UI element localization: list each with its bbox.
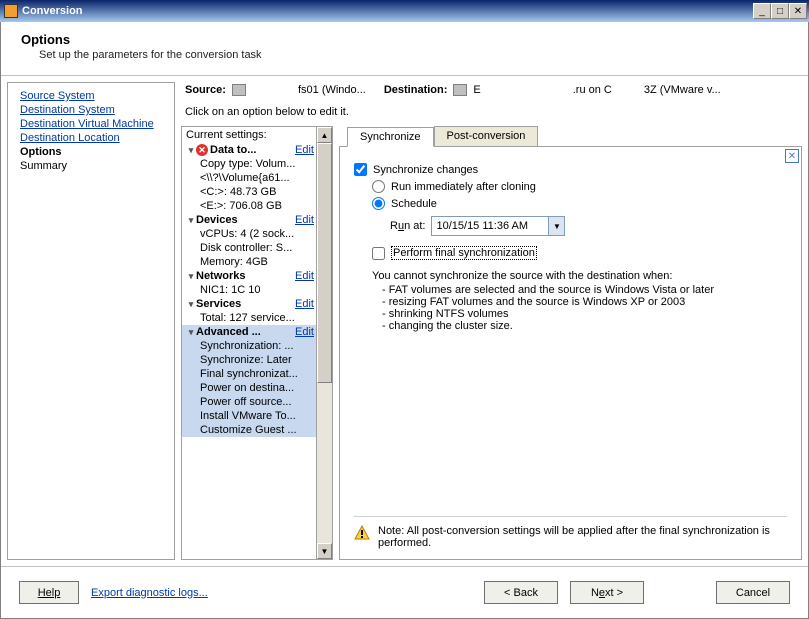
source-dest-bar: Source: fs01 (Windo... Destination: E .r…	[181, 82, 802, 98]
tree-volume-path: <\\?\Volume{a61...	[182, 171, 316, 185]
tree-disk-controller: Disk controller: S...	[182, 241, 316, 255]
tree-vcpus: vCPUs: 4 (2 sock...	[182, 227, 316, 241]
scroll-up-button[interactable]: ▲	[317, 127, 332, 143]
tree-power-on: Power on destina...	[182, 381, 316, 395]
expand-icon[interactable]: ▾	[186, 145, 196, 155]
run-immediately-label: Run immediately after cloning	[391, 181, 536, 193]
tree-customize-guest: Customize Guest ...	[182, 423, 316, 437]
maximize-button[interactable]: □	[771, 3, 789, 19]
edit-link-devices[interactable]: Edit	[291, 214, 314, 226]
expand-icon[interactable]: ▾	[186, 299, 196, 309]
cancel-button[interactable]: Cancel	[716, 581, 790, 604]
tree-synchronization: Synchronization: ...	[182, 339, 316, 353]
tree-services-total: Total: 127 service...	[182, 311, 316, 325]
edit-link-services[interactable]: Edit	[291, 298, 314, 310]
source-computer-icon	[232, 84, 246, 96]
sidebar-item-destination-location[interactable]: Destination Location	[12, 131, 170, 145]
help-button[interactable]: Help	[19, 581, 79, 604]
destination-value: E	[473, 84, 480, 96]
sidebar-item-options[interactable]: Options	[12, 145, 170, 159]
schedule-label: Schedule	[391, 198, 437, 210]
cannot-sync-text: You cannot synchronize the source with t…	[354, 270, 787, 332]
tree-copy-type: Copy type: Volum...	[182, 157, 316, 171]
tree-nic1: NIC1: 1C 10	[182, 283, 316, 297]
tree-c-drive: <C:>: 48.73 GB	[182, 185, 316, 199]
tree-power-off: Power off source...	[182, 395, 316, 409]
app-icon	[4, 4, 18, 18]
perform-final-sync-checkbox[interactable]: Perform final synchronization	[354, 246, 787, 260]
wizard-sidebar: Source System Destination System Destina…	[7, 82, 175, 560]
tree-title: Current settings:	[182, 127, 316, 143]
perform-final-sync-input[interactable]	[372, 247, 385, 260]
run-at-datetime-input[interactable]	[431, 216, 549, 236]
back-button[interactable]: < Back	[484, 581, 558, 604]
schedule-input[interactable]	[372, 197, 385, 210]
window-title: Conversion	[22, 5, 753, 17]
tree-advanced[interactable]: ▾ Advanced ... Edit	[182, 325, 316, 339]
sidebar-item-destination-vm[interactable]: Destination Virtual Machine	[12, 117, 170, 131]
close-window-button[interactable]: ✕	[789, 3, 807, 19]
synchronize-changes-input[interactable]	[354, 163, 367, 176]
tree-scrollbar[interactable]: ▲ ▼	[316, 127, 332, 559]
tab-synchronize[interactable]: Synchronize	[347, 127, 434, 147]
tree-networks[interactable]: ▾ Networks Edit	[182, 269, 316, 283]
perform-final-sync-label: Perform final synchronization	[391, 246, 537, 260]
tree-synchronize-later: Synchronize: Later	[182, 353, 316, 367]
edit-link-data[interactable]: Edit	[291, 144, 314, 156]
expand-icon[interactable]: ▾	[186, 215, 196, 225]
tree-memory: Memory: 4GB	[182, 255, 316, 269]
scroll-down-button[interactable]: ▼	[317, 543, 332, 559]
destination-host: .ru on C	[573, 84, 612, 96]
schedule-radio[interactable]: Schedule	[354, 195, 787, 212]
error-icon: ✕	[196, 144, 208, 156]
destination-computer-icon	[453, 84, 467, 96]
page-subtitle: Set up the parameters for the conversion…	[39, 49, 792, 61]
minimize-button[interactable]: _	[753, 3, 771, 19]
tree-final-sync: Final synchronizat...	[182, 367, 316, 381]
run-immediately-radio[interactable]: Run immediately after cloning	[354, 178, 787, 195]
expand-icon[interactable]: ▾	[186, 271, 196, 281]
tab-content: ✕ Synchronize changes Run immediately af…	[339, 146, 802, 560]
export-diagnostic-logs-link[interactable]: Export diagnostic logs...	[91, 587, 208, 599]
synchronize-changes-checkbox[interactable]: Synchronize changes	[354, 161, 787, 178]
destination-vm: 3Z (VMware v...	[644, 84, 721, 96]
edit-link-advanced[interactable]: Edit	[291, 326, 314, 338]
tree-vmware-tools: Install VMware To...	[182, 409, 316, 423]
sidebar-item-summary[interactable]: Summary	[12, 159, 170, 173]
next-button[interactable]: Next >	[570, 581, 644, 604]
page-title: Options	[21, 32, 792, 47]
synchronize-changes-label: Synchronize changes	[373, 164, 478, 176]
edit-link-networks[interactable]: Edit	[291, 270, 314, 282]
window-titlebar: Conversion _ □ ✕	[0, 0, 809, 22]
current-settings-tree: Current settings: ▾ ✕ Data to... Edit Co…	[181, 126, 333, 560]
datetime-dropdown-button[interactable]: ▼	[549, 216, 565, 236]
run-at-label: Run at:	[390, 220, 425, 232]
note-text: Note: All post-conversion settings will …	[378, 525, 787, 549]
destination-label: Destination:	[384, 84, 448, 96]
instruction-text: Click on an option below to edit it.	[181, 98, 802, 126]
page-header: Options Set up the parameters for the co…	[1, 22, 808, 76]
tree-data-to-copy[interactable]: ▾ ✕ Data to... Edit	[182, 143, 316, 157]
source-label: Source:	[185, 84, 226, 96]
expand-icon[interactable]: ▾	[186, 327, 196, 337]
warning-icon	[354, 525, 370, 541]
close-panel-icon[interactable]: ✕	[785, 149, 799, 163]
tab-post-conversion[interactable]: Post-conversion	[434, 126, 539, 146]
tree-devices[interactable]: ▾ Devices Edit	[182, 213, 316, 227]
sidebar-item-destination-system[interactable]: Destination System	[12, 103, 170, 117]
scroll-thumb[interactable]	[317, 143, 332, 383]
tree-e-drive: <E:>: 706.08 GB	[182, 199, 316, 213]
sidebar-item-source-system[interactable]: Source System	[12, 89, 170, 103]
tree-services[interactable]: ▾ Services Edit	[182, 297, 316, 311]
source-value: fs01 (Windo...	[298, 84, 366, 96]
run-immediately-input[interactable]	[372, 180, 385, 193]
